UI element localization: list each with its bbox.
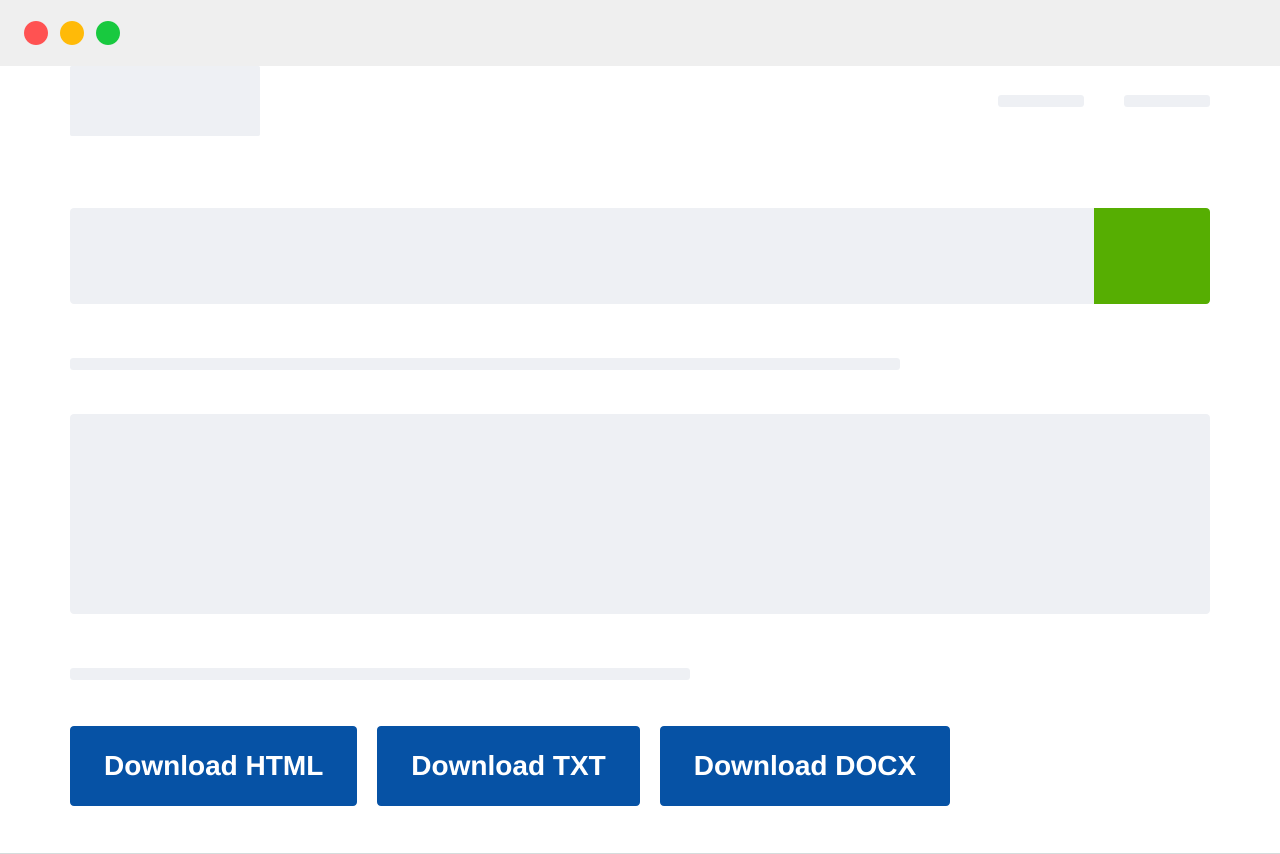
download-txt-button[interactable]: Download TXT [377,726,639,806]
page-content: Download HTML Download TXT Download DOCX [0,66,1280,846]
search-input[interactable] [70,208,1094,304]
download-docx-button[interactable]: Download DOCX [660,726,950,806]
download-buttons-row: Download HTML Download TXT Download DOCX [70,726,1210,806]
header-row [70,66,1210,136]
download-html-button[interactable]: Download HTML [70,726,357,806]
description-line-placeholder [70,358,900,370]
content-preview-placeholder [70,414,1210,614]
nav-placeholders [998,95,1210,107]
minimize-window-button[interactable] [60,21,84,45]
nav-item-2-placeholder[interactable] [1124,95,1210,107]
close-window-button[interactable] [24,21,48,45]
nav-item-1-placeholder[interactable] [998,95,1084,107]
search-submit-button[interactable] [1094,208,1210,304]
logo-placeholder [70,66,260,136]
subtext-line-placeholder [70,668,690,680]
fullscreen-window-button[interactable] [96,21,120,45]
window-titlebar [0,0,1280,66]
search-bar [70,208,1210,304]
